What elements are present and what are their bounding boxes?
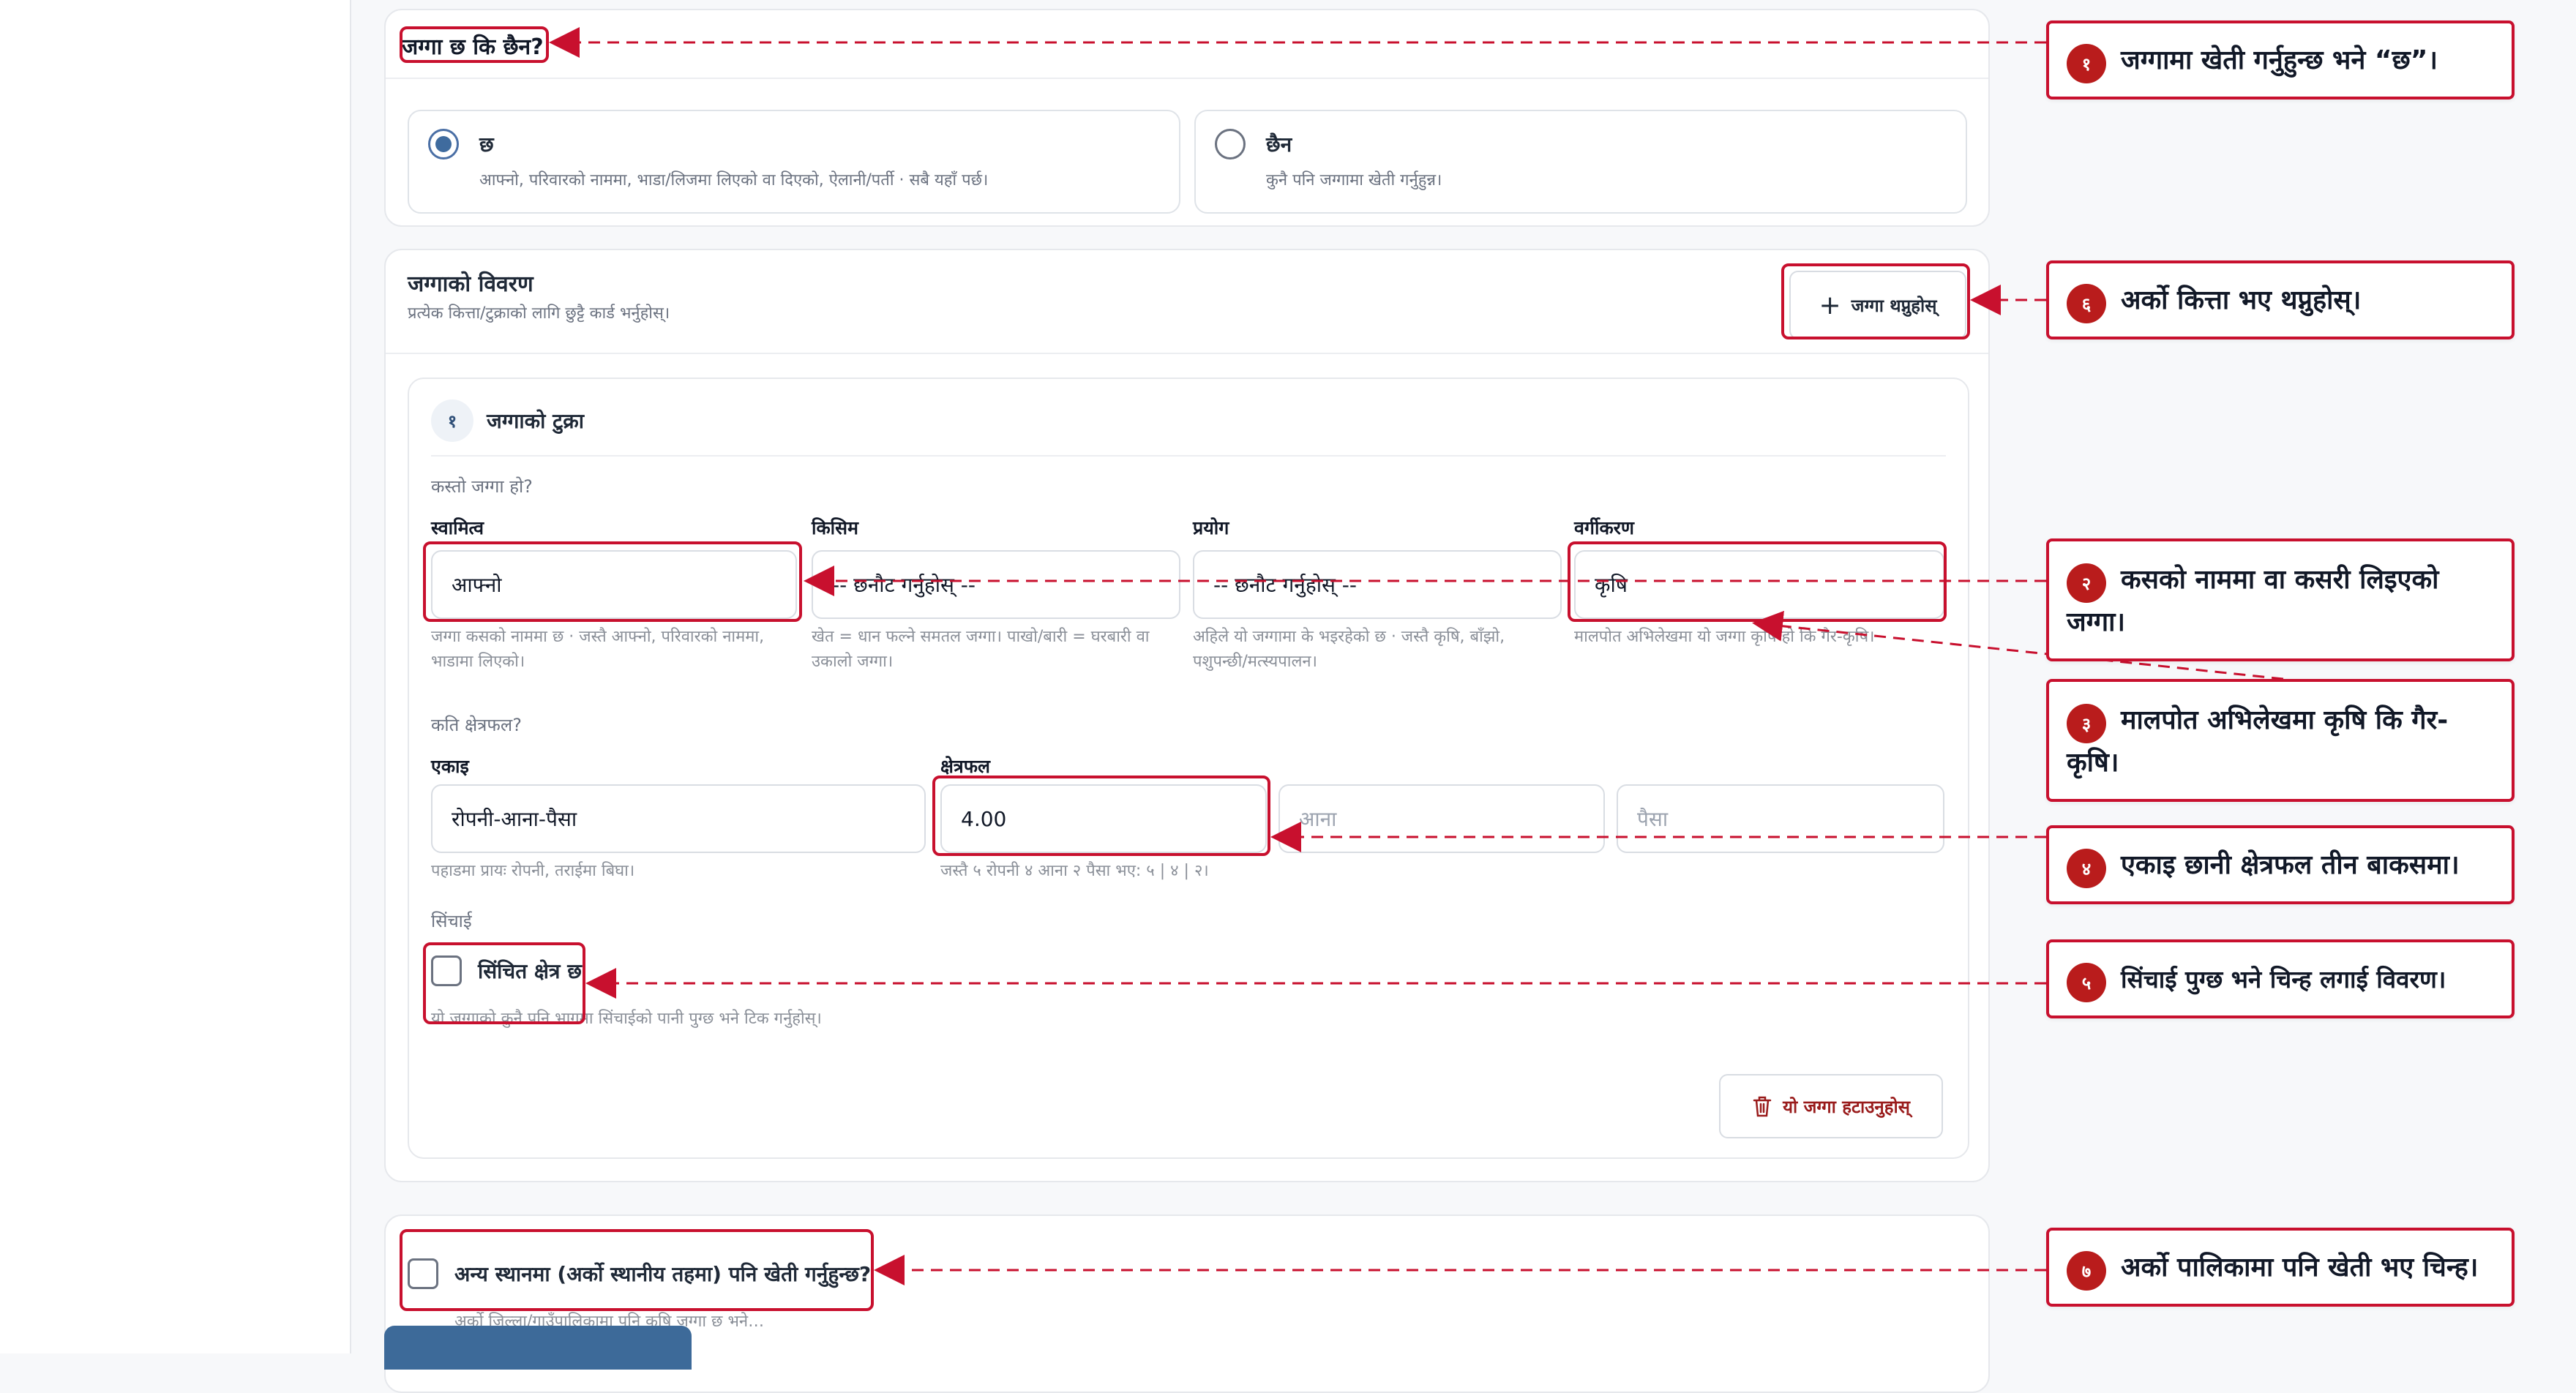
callout-7-badge: ७ (2067, 1251, 2106, 1291)
callout-3: ३ मालपोत अभिलेखमा कृषि कि गैर-कृषि। (2046, 679, 2515, 802)
callout-2-text: कसको नाममा वा कसरी लिइएको जग्गा। (2067, 565, 2439, 637)
callout-5-badge: ५ (2067, 963, 2106, 1002)
callout-5-text: सिंचाई पुग्छ भने चिन्ह लगाई विवरण। (2121, 965, 2446, 994)
callout-2: २ कसको नाममा वा कसरी लिइएको जग्गा। (2046, 538, 2515, 661)
callout-4: ४ एकाइ छानी क्षेत्रफल तीन बाकसमा। (2046, 825, 2515, 904)
callout-4-badge: ४ (2067, 849, 2106, 888)
callout-1: १ जग्गामा खेती गर्नुहुन्छ भने “छ”। (2046, 20, 2515, 100)
annotation-arrows (549, 27, 2284, 1285)
callout-5: ५ सिंचाई पुग्छ भने चिन्ह लगाई विवरण। (2046, 939, 2515, 1018)
callout-6-badge: ६ (2067, 284, 2106, 323)
callout-1-badge: १ (2067, 44, 2106, 83)
callout-7: ७ अर्को पालिकामा पनि खेती भए चिन्ह। (2046, 1228, 2515, 1307)
callout-1-text: जग्गामा खेती गर्नुहुन्छ भने “छ”। (2121, 45, 2438, 75)
callout-7-text: अर्को पालिकामा पनि खेती भए चिन्ह। (2121, 1253, 2479, 1283)
callout-3-text: मालपोत अभिलेखमा कृषि कि गैर-कृषि। (2067, 705, 2449, 778)
callout-4-text: एकाइ छानी क्षेत्रफल तीन बाकसमा। (2121, 850, 2460, 880)
callout-6: ६ अर्को कित्ता भए थप्नुहोस्। (2046, 260, 2515, 339)
callout-6-text: अर्को कित्ता भए थप्नुहोस्। (2121, 285, 2362, 315)
